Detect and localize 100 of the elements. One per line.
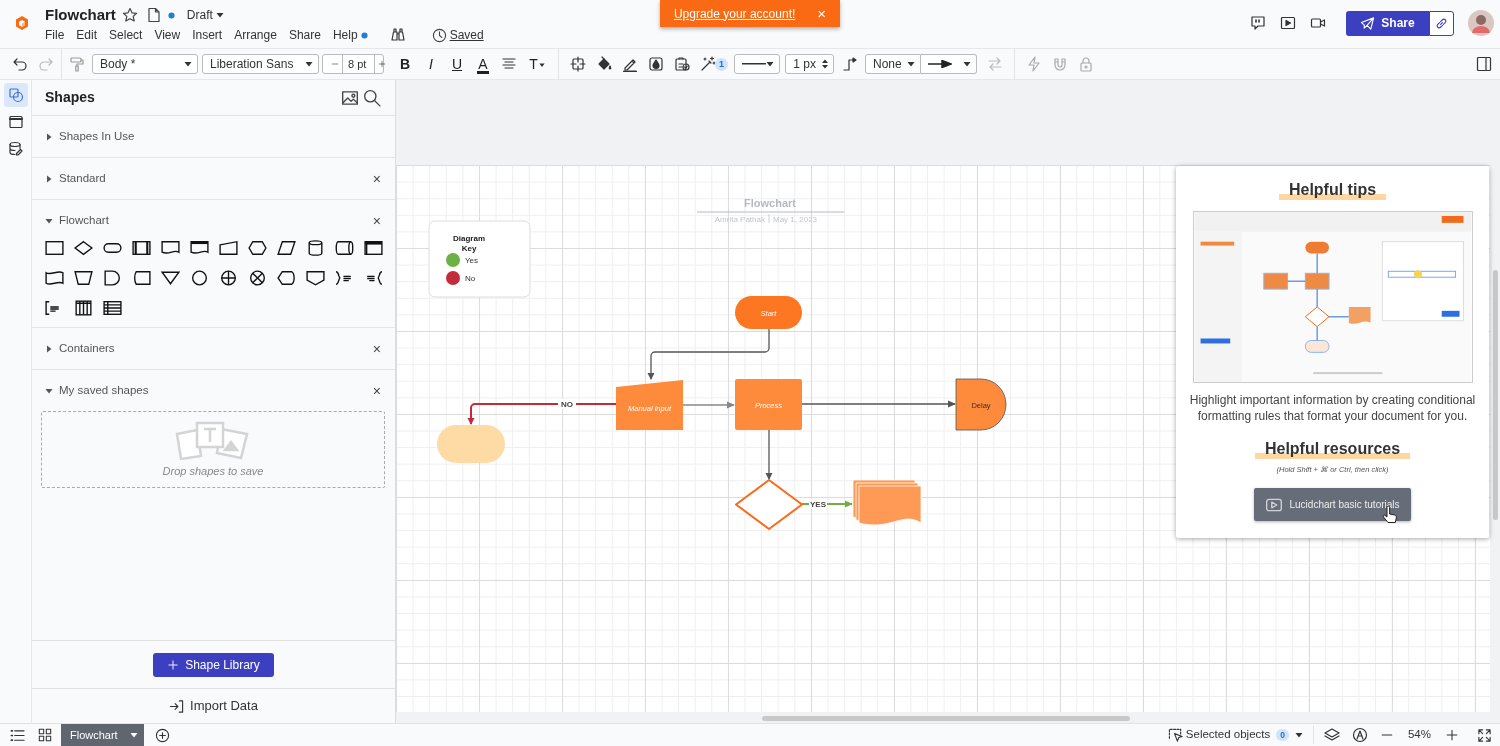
delay-icon[interactable]	[102, 269, 123, 287]
parallelogram-icon[interactable]	[276, 239, 297, 257]
expand-arrow-icon[interactable]	[45, 344, 53, 353]
avatar[interactable]	[1468, 10, 1494, 36]
image-icon[interactable]	[341, 88, 359, 107]
bold-button[interactable]: B	[392, 52, 418, 76]
off-page-icon[interactable]	[305, 269, 326, 287]
selected-objects-label[interactable]: Selected objects	[1185, 726, 1271, 744]
fill-icon[interactable]	[596, 56, 612, 72]
expand-arrow-icon[interactable]	[45, 386, 53, 395]
menu-item[interactable]: Help	[332, 26, 358, 44]
layers-icon[interactable]	[1323, 727, 1340, 743]
section-title[interactable]: Containers	[59, 339, 115, 358]
star-icon[interactable]	[121, 7, 138, 23]
spinner-icon	[822, 59, 828, 69]
caret-icon	[766, 60, 774, 68]
tutorial-button[interactable]: Lucidchart basic tutorials	[1254, 488, 1411, 522]
opacity-icon[interactable]	[648, 56, 664, 72]
menu-item[interactable]: View	[154, 26, 181, 44]
trapezoid-icon[interactable]	[73, 269, 94, 287]
panel-toggle-icon[interactable]	[1476, 56, 1492, 72]
stored-data-icon[interactable]	[131, 269, 152, 287]
expand-arrow-icon[interactable]	[45, 132, 53, 141]
column-table-icon[interactable]	[73, 299, 94, 317]
underline-button[interactable]: U	[444, 52, 470, 76]
undo-icon[interactable]	[12, 56, 28, 72]
storage-icon[interactable]	[334, 239, 355, 257]
text-style-button[interactable]: T	[522, 52, 552, 76]
elbow-connector-icon[interactable]	[842, 56, 858, 72]
share-link-button[interactable]	[1429, 10, 1454, 36]
line-style-dropdown[interactable]	[734, 54, 780, 74]
crossed-circle-icon[interactable]	[218, 269, 239, 287]
triangle-icon[interactable]	[160, 269, 181, 287]
count-badge: 0	[1276, 728, 1289, 742]
menu-item[interactable]: Insert	[192, 26, 223, 44]
predefined-process-icon[interactable]	[131, 239, 152, 257]
display-icon[interactable]	[276, 269, 297, 287]
close-button[interactable]: ×	[372, 341, 381, 356]
count-badge: 1	[715, 57, 728, 71]
page-grid-icon[interactable]	[38, 728, 52, 742]
section-title[interactable]: Standard	[59, 169, 106, 188]
text-color-button[interactable]: A	[470, 52, 496, 76]
video-icon[interactable]	[1310, 15, 1326, 31]
shape-library-button[interactable]: Shape Library	[153, 652, 274, 677]
line-width-field[interactable]: 1 px	[785, 54, 834, 74]
row-table-icon[interactable]	[102, 299, 123, 317]
tape-icon[interactable]	[44, 269, 65, 287]
rectangle-icon[interactable]	[44, 239, 65, 257]
comment-icon[interactable]	[1250, 15, 1266, 31]
style-dropdown[interactable]: Body *	[92, 54, 198, 74]
internal-storage-icon[interactable]	[363, 239, 384, 257]
scrollbar[interactable]	[1493, 270, 1498, 520]
crop-icon[interactable]	[570, 56, 586, 72]
select-objects-icon[interactable]	[1167, 727, 1183, 743]
italic-button[interactable]: I	[418, 52, 444, 76]
conditional-format-icon[interactable]	[674, 56, 690, 72]
menu-item[interactable]: Arrange	[234, 26, 277, 44]
search-icon[interactable]	[363, 88, 381, 107]
manual-input-icon[interactable]	[218, 239, 239, 257]
scrollbar[interactable]	[762, 716, 1130, 721]
share-button[interactable]: Share	[1346, 10, 1429, 36]
accessibility-icon[interactable]	[1351, 727, 1368, 743]
hexagon-icon[interactable]	[247, 239, 268, 257]
saved-link[interactable]: Saved	[449, 26, 484, 44]
diamond-icon[interactable]	[73, 239, 94, 257]
document-icon[interactable]	[145, 7, 162, 23]
page-tab[interactable]: Flowchart	[61, 724, 144, 746]
header-document-icon[interactable]	[189, 239, 210, 257]
circle-icon[interactable]	[189, 269, 210, 287]
close-button[interactable]: ×	[372, 383, 381, 398]
close-button[interactable]: ×	[372, 213, 381, 228]
section-title[interactable]: Flowchart	[59, 211, 109, 230]
close-button[interactable]: ×	[372, 171, 381, 186]
menu-item[interactable]: Edit	[76, 26, 98, 44]
font-dropdown[interactable]: Liberation Sans	[202, 54, 319, 74]
outline-icon[interactable]	[10, 727, 25, 743]
section-title[interactable]: My saved shapes	[59, 381, 149, 400]
menu-item[interactable]: Select	[109, 26, 143, 44]
x-circle-icon[interactable]	[247, 269, 268, 287]
import-data-button[interactable]: Import Data	[169, 696, 258, 716]
expand-arrow-icon[interactable]	[45, 174, 53, 183]
expand-arrow-icon[interactable]	[45, 216, 53, 225]
document-title[interactable]: Flowchart	[45, 3, 116, 27]
line-start-dropdown[interactable]: None	[865, 54, 921, 74]
arrow-icon	[928, 60, 952, 68]
menu-item[interactable]: Share	[288, 26, 321, 44]
menu-item[interactable]: File	[45, 26, 65, 44]
logo-icon[interactable]	[14, 15, 30, 31]
line-end-dropdown[interactable]	[921, 54, 977, 74]
zoom-level[interactable]: 54%	[1407, 726, 1431, 744]
magic-wand-icon[interactable]	[700, 56, 716, 72]
zoom-in-icon[interactable]	[1445, 728, 1459, 742]
present-icon[interactable]	[1280, 15, 1296, 31]
section-title[interactable]: Shapes In Use	[59, 127, 135, 146]
align-icon[interactable]	[501, 56, 517, 72]
binoculars-icon[interactable]	[389, 27, 406, 43]
document-icon[interactable]	[160, 239, 181, 257]
add-page-icon[interactable]	[155, 727, 170, 743]
status-dropdown[interactable]: Draft	[186, 6, 224, 24]
fullscreen-icon[interactable]	[1477, 727, 1492, 743]
